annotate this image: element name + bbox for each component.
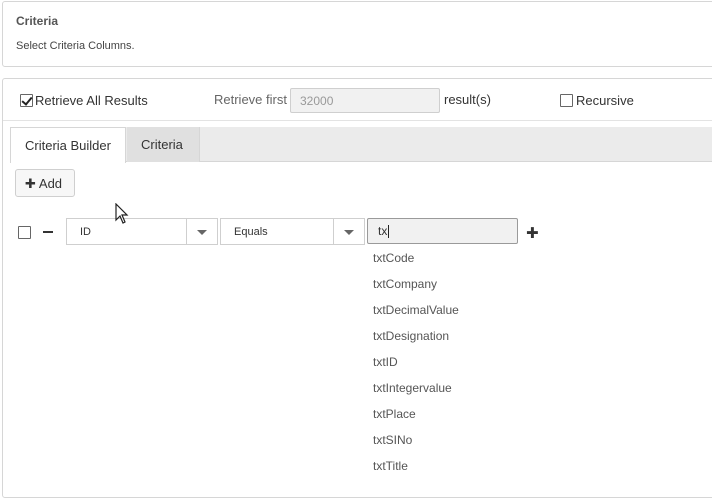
operator-select-value: Equals: [234, 226, 268, 238]
retrieve-all-label[interactable]: Retrieve All Results: [35, 93, 148, 108]
plus-icon: ✚: [25, 176, 36, 191]
tab-criteria[interactable]: Criteria: [127, 127, 200, 162]
panel-subtitle: Select Criteria Columns.: [16, 40, 135, 52]
row-select-checkbox[interactable]: [18, 226, 31, 239]
chevron-down-icon: [197, 230, 207, 235]
minus-icon[interactable]: [43, 231, 53, 233]
operator-select[interactable]: Equals: [220, 218, 365, 245]
criteria-main-panel: Retrieve All Results Retrieve first 3200…: [2, 78, 712, 498]
tab-bar: Criteria Builder Criteria: [10, 127, 712, 163]
field-select[interactable]: ID: [66, 218, 218, 245]
autocomplete-item[interactable]: txtID: [371, 349, 521, 375]
retrieve-all-checkbox[interactable]: [20, 94, 33, 107]
select-divider: [333, 219, 334, 244]
recursive-checkbox[interactable]: [560, 94, 573, 107]
chevron-down-icon: [344, 230, 354, 235]
text-cursor: [388, 225, 390, 239]
add-button-label: Add: [38, 176, 63, 191]
autocomplete-item[interactable]: txtSINo: [371, 427, 521, 453]
field-select-value: ID: [80, 226, 91, 238]
autocomplete-item[interactable]: txtCompany: [371, 271, 521, 297]
autocomplete-list: txtCode txtCompany txtDecimalValue txtDe…: [371, 245, 521, 479]
results-suffix-label: result(s): [444, 92, 491, 107]
autocomplete-item[interactable]: txtDecimalValue: [371, 297, 521, 323]
add-button[interactable]: ✚ Add: [15, 169, 75, 197]
autocomplete-item[interactable]: txtDesignation: [371, 323, 521, 349]
criteria-header-panel: Criteria Select Criteria Columns.: [2, 1, 712, 67]
retrieve-first-input[interactable]: 32000: [290, 88, 440, 113]
recursive-label[interactable]: Recursive: [576, 93, 634, 108]
criteria-value-input[interactable]: tx: [367, 218, 518, 244]
mouse-pointer-icon: [115, 203, 129, 224]
panel-title: Criteria: [16, 14, 59, 28]
select-divider: [186, 219, 187, 244]
options-row: Retrieve All Results Retrieve first 3200…: [3, 79, 712, 121]
retrieve-first-label: Retrieve first: [214, 92, 287, 107]
tab-criteria-builder[interactable]: Criteria Builder: [10, 127, 126, 163]
criteria-value-text: tx: [378, 224, 388, 238]
autocomplete-item[interactable]: txtCode: [371, 245, 521, 271]
add-row-plus-icon[interactable]: ✚: [526, 224, 539, 242]
autocomplete-item[interactable]: txtTitle: [371, 453, 521, 479]
autocomplete-item[interactable]: txtIntegervalue: [371, 375, 521, 401]
autocomplete-item[interactable]: txtPlace: [371, 401, 521, 427]
